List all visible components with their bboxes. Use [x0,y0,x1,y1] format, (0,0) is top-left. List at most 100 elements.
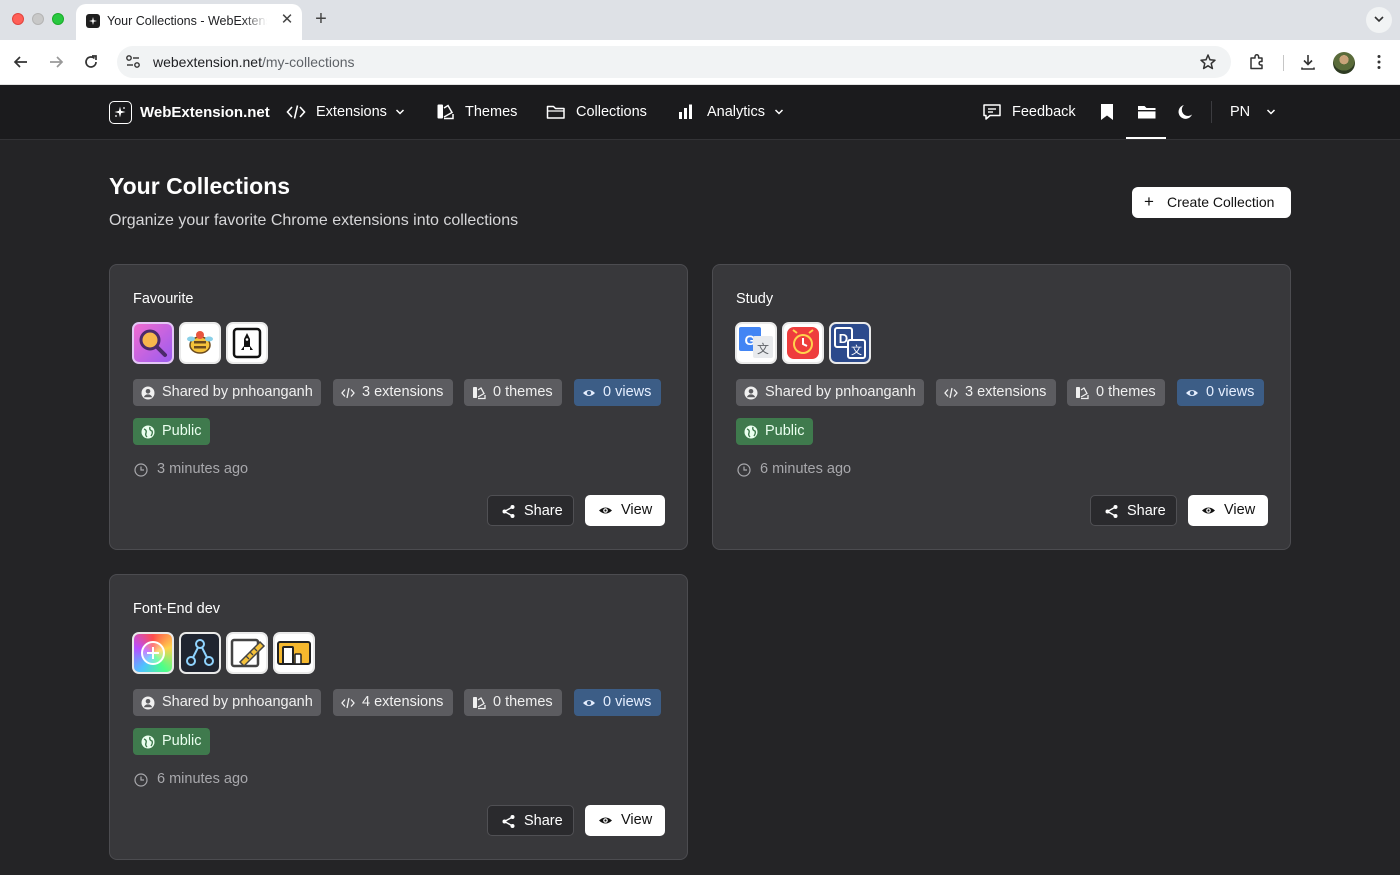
updated-time-text: 6 minutes ago [157,771,249,787]
share-button[interactable]: Share [487,805,574,836]
extensions-puzzle-icon[interactable] [1247,52,1267,72]
view-label: View [621,502,653,518]
clock-icon [134,773,148,787]
browser-toolbar: webextension.net/my-collections [0,40,1400,85]
page-subtitle: Organize your favorite Chrome extensions… [109,212,519,229]
url-text[interactable]: webextension.net/my-collections [153,54,355,70]
share-button[interactable]: Share [487,495,574,526]
maximize-window-button[interactable] [52,13,64,25]
create-collection-button[interactable]: + Create Collection [1132,187,1291,218]
visibility-text: Public [162,733,202,749]
shared-by-chip: Shared by pnhoanganh [736,379,924,406]
view-button[interactable]: View [585,805,665,836]
nav-feedback[interactable]: Feedback [1012,104,1076,120]
globe-icon [744,425,758,439]
language-selector[interactable]: PN [1230,104,1250,120]
themes-count-chip: 0 themes [1067,379,1165,406]
chevron-down-icon[interactable] [774,108,784,116]
share-icon [502,505,515,518]
rocket-icon[interactable] [226,322,268,364]
code-icon [944,387,958,399]
user-circle-icon [744,386,758,400]
bookmark-star-icon[interactable] [1199,53,1217,71]
address-bar[interactable]: webextension.net/my-collections [117,46,1231,78]
eye-icon [599,817,612,824]
new-tab-button[interactable]: + [311,8,331,30]
visibility-text: Public [162,423,202,439]
collection-card: Font-End dev Shared by pnhoanganh 4 exte… [109,574,688,860]
collection-name: Favourite [133,291,194,307]
shared-by-text: Shared by pnhoanganh [765,384,916,400]
moon-icon[interactable] [1177,103,1197,121]
view-button[interactable]: View [1188,495,1268,526]
nav-collections[interactable]: Collections [576,104,647,120]
themes-count-chip: 0 themes [464,689,562,716]
nav-analytics[interactable]: Analytics [707,104,765,120]
collection-card: Favourite Shared by pnhoanganh 3 extensi… [109,264,688,550]
extensions-count-chip: 4 extensions [333,689,453,716]
graph-nodes-icon[interactable] [179,632,221,674]
forward-button[interactable] [45,51,67,73]
extensions-count-chip: 3 extensions [333,379,453,406]
create-collection-label: Create Collection [1167,194,1275,210]
close-window-button[interactable] [12,13,24,25]
browser-tab-bar: Your Collections - WebExtension.net ✕ + [0,0,1400,40]
extensions-count-chip: 3 extensions [936,379,1056,406]
share-button[interactable]: Share [1090,495,1177,526]
google-translate-icon[interactable]: G文 [735,322,777,364]
tab-search-button[interactable] [1366,7,1392,33]
palette-icon [436,103,456,121]
color-picker-icon[interactable] [132,632,174,674]
plus-icon: + [1144,192,1154,211]
collection-card: Study G文 D文 Shared by pnhoanganh 3 exten… [712,264,1291,550]
message-icon [982,103,1002,121]
public-badge: Public [736,418,813,445]
shared-by-chip: Shared by pnhoanganh [133,379,321,406]
chevron-down-icon[interactable] [1266,108,1276,116]
share-icon [502,815,515,828]
folder-icon [546,103,566,121]
tab-close-icon[interactable]: ✕ [278,11,296,29]
url-domain: webextension.net [153,54,262,70]
share-label: Share [524,503,563,519]
themes-count-text: 0 themes [493,384,553,400]
bookmark-icon[interactable] [1099,103,1119,121]
responsive-icon[interactable] [273,632,315,674]
updated-time-text: 6 minutes ago [760,461,852,477]
globe-icon [141,425,155,439]
eye-icon [599,507,612,514]
reload-button[interactable] [80,51,102,73]
url-path: /my-collections [261,54,355,70]
back-button[interactable] [10,51,32,73]
svg-text:文: 文 [851,343,862,357]
visibility-text: Public [765,423,805,439]
view-label: View [1224,502,1256,518]
nav-extensions[interactable]: Extensions [316,104,387,120]
shared-by-text: Shared by pnhoanganh [162,384,313,400]
views-count-chip: 0 views [574,689,661,716]
chevron-down-icon[interactable] [395,108,405,116]
bee-icon[interactable] [179,322,221,364]
themes-count-text: 0 themes [1096,384,1156,400]
profile-avatar[interactable] [1333,52,1355,74]
site-logo-text[interactable]: WebExtension.net [140,104,270,121]
views-count-text: 0 views [603,384,652,400]
site-logo-icon[interactable] [109,101,132,124]
browser-tab[interactable]: Your Collections - WebExtension.net ✕ [76,4,302,40]
collection-name: Study [736,291,774,307]
my-collections-folder-icon[interactable] [1137,103,1157,121]
ruler-icon[interactable] [226,632,268,674]
view-button[interactable]: View [585,495,665,526]
clock-icon[interactable] [782,322,824,364]
nav-themes[interactable]: Themes [465,104,517,120]
download-icon[interactable] [1298,52,1318,72]
more-menu-icon[interactable] [1369,52,1389,72]
magnifier-icon[interactable] [132,322,174,364]
dictionary-icon[interactable]: D文 [829,322,871,364]
view-label: View [621,812,653,828]
palette-icon [1076,387,1089,400]
minimize-window-button[interactable] [32,13,44,25]
page-title: Your Collections [109,173,291,199]
site-settings-icon[interactable] [125,54,141,70]
palette-icon [473,697,486,710]
